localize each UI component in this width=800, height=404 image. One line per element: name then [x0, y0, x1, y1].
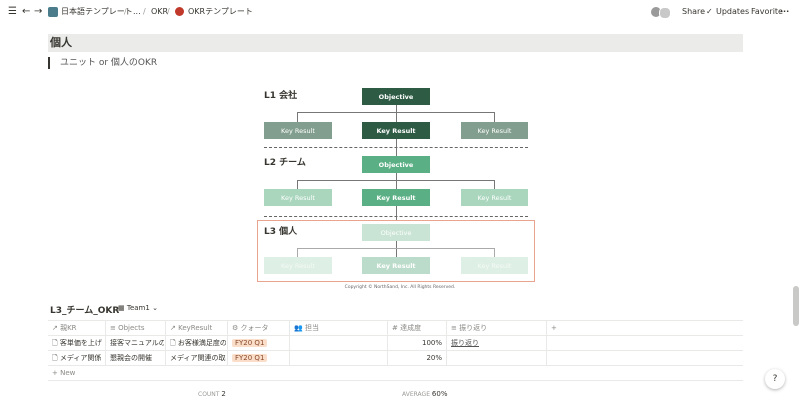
level-divider — [264, 147, 528, 148]
parent-kr-cell[interactable]: 🗋 メディア関係 — [52, 351, 104, 365]
view-label: Team1 — [126, 304, 150, 312]
chevron-down-icon: ⌄ — [152, 304, 158, 312]
breadcrumb-item[interactable]: 日本語テンプレート — [61, 6, 133, 18]
breadcrumb-separator: / — [143, 7, 146, 16]
menu-icon[interactable]: ☰ — [8, 6, 17, 18]
column-header[interactable]: ≡ Objects — [110, 321, 145, 335]
level-label-l2: L2 チーム — [264, 158, 306, 168]
count-summary[interactable]: COUNT 2 — [198, 390, 226, 399]
level-label-l1: L1 会社 — [264, 91, 298, 101]
key-result-box: Key Result — [264, 257, 332, 274]
connector-line — [297, 112, 298, 122]
top-bar: ☰ ← → 日本語テンプレート / ... / OKR / OKRテンプレート … — [0, 0, 800, 24]
quarter-cell[interactable]: FY20 Q1 — [232, 351, 268, 365]
arrow-right-icon[interactable]: → — [34, 6, 42, 18]
favorite-button[interactable]: Favorite — [751, 6, 783, 18]
connector-line — [297, 180, 494, 181]
connector-line — [494, 112, 495, 122]
arrow-left-icon[interactable]: ← — [22, 6, 30, 18]
level-divider — [264, 216, 528, 217]
okr-table: ↗ 親KR ≡ Objects ↗ KeyResult ⚙ クォータ 👥 担当 … — [48, 320, 743, 381]
connector-line — [494, 180, 495, 189]
breadcrumb-item[interactable]: OKRテンプレート — [188, 6, 253, 18]
table-row[interactable]: 🗋 客単価を上げ 接客マニュアルの 🗋 お客様満足度の FY20 Q1 100%… — [48, 336, 743, 351]
view-selector[interactable]: ▦ Team1 ⌄ — [118, 303, 158, 314]
objective-box: Objective — [362, 224, 430, 241]
objective-box: Objective — [362, 88, 430, 105]
column-header[interactable]: ↗ 親KR — [52, 321, 77, 335]
column-header[interactable]: ≡ 振り返り — [451, 321, 487, 335]
avatar[interactable] — [659, 7, 671, 19]
quarter-tag: FY20 Q1 — [232, 354, 268, 362]
key-result-box: Key Result — [461, 122, 528, 139]
workspace-icon — [48, 7, 58, 17]
add-column-button[interactable]: + — [551, 321, 557, 335]
heading-highlight — [48, 34, 743, 52]
key-result-cell[interactable]: メディア関連の取材 — [170, 351, 226, 365]
page-heading: 個人 — [50, 36, 72, 49]
review-link[interactable]: 振り返り — [451, 336, 479, 350]
objects-cell[interactable]: 接客マニュアルの — [110, 336, 164, 350]
copyright-text: Copyright © NorthSand, Inc. All Rights R… — [344, 285, 456, 290]
table-icon: ▦ — [118, 304, 125, 312]
breadcrumb-separator: / — [167, 7, 170, 16]
okr-diagram: L1 会社 L2 チーム L3 個人 Objective Key Result … — [250, 82, 550, 294]
connector-line — [297, 180, 298, 189]
breadcrumb-item[interactable]: ... — [133, 6, 141, 18]
key-result-box: Key Result — [461, 189, 528, 206]
table-row[interactable]: 🗋 メディア関係 懇親会の開催 メディア関連の取材 FY20 Q1 20% — [48, 351, 743, 366]
table-header: ↗ 親KR ≡ Objects ↗ KeyResult ⚙ クォータ 👥 担当 … — [48, 320, 743, 336]
breadcrumb-separator: / — [124, 7, 127, 16]
updates-button[interactable]: Updates — [716, 6, 749, 18]
new-row-button[interactable]: + New — [52, 366, 75, 380]
column-header[interactable]: ⚙ クォータ — [232, 321, 269, 335]
scrollbar[interactable] — [792, 24, 800, 404]
new-row[interactable]: + New — [48, 366, 743, 381]
key-result-box: Key Result — [362, 189, 430, 206]
key-result-box: Key Result — [461, 257, 528, 274]
quarter-tag: FY20 Q1 — [232, 339, 268, 347]
key-result-box: Key Result — [362, 122, 430, 139]
help-button[interactable]: ? — [765, 369, 785, 389]
objective-box: Objective — [362, 156, 430, 173]
column-header[interactable]: 👥 担当 — [294, 321, 319, 335]
scrollbar-thumb[interactable] — [793, 286, 799, 326]
quarter-cell[interactable]: FY20 Q1 — [232, 336, 268, 350]
objects-cell[interactable]: 懇親会の開催 — [110, 351, 164, 365]
quote-block: ユニット or 個人のOKR — [48, 57, 157, 69]
average-summary[interactable]: AVERAGE 60% — [402, 390, 447, 399]
breadcrumb-item[interactable]: OKR — [151, 6, 168, 18]
key-result-cell[interactable]: 🗋 お客様満足度の — [170, 336, 226, 350]
progress-cell[interactable]: 100% — [392, 336, 442, 350]
connector-line — [297, 112, 494, 113]
checkmark-icon: ✓ — [706, 7, 713, 16]
column-header[interactable]: ↗ KeyResult — [170, 321, 212, 335]
parent-kr-cell[interactable]: 🗋 客単価を上げ — [52, 336, 104, 350]
key-result-box: Key Result — [264, 189, 332, 206]
key-result-box: Key Result — [362, 257, 430, 274]
okr-page-icon — [175, 7, 184, 16]
key-result-box: Key Result — [264, 122, 332, 139]
database-title[interactable]: L3_チーム_OKR — [50, 303, 119, 316]
column-header[interactable]: # 達成度 — [392, 321, 421, 335]
share-button[interactable]: Share — [682, 6, 705, 18]
more-icon[interactable]: ··· — [780, 6, 789, 18]
progress-cell[interactable]: 20% — [392, 351, 442, 365]
